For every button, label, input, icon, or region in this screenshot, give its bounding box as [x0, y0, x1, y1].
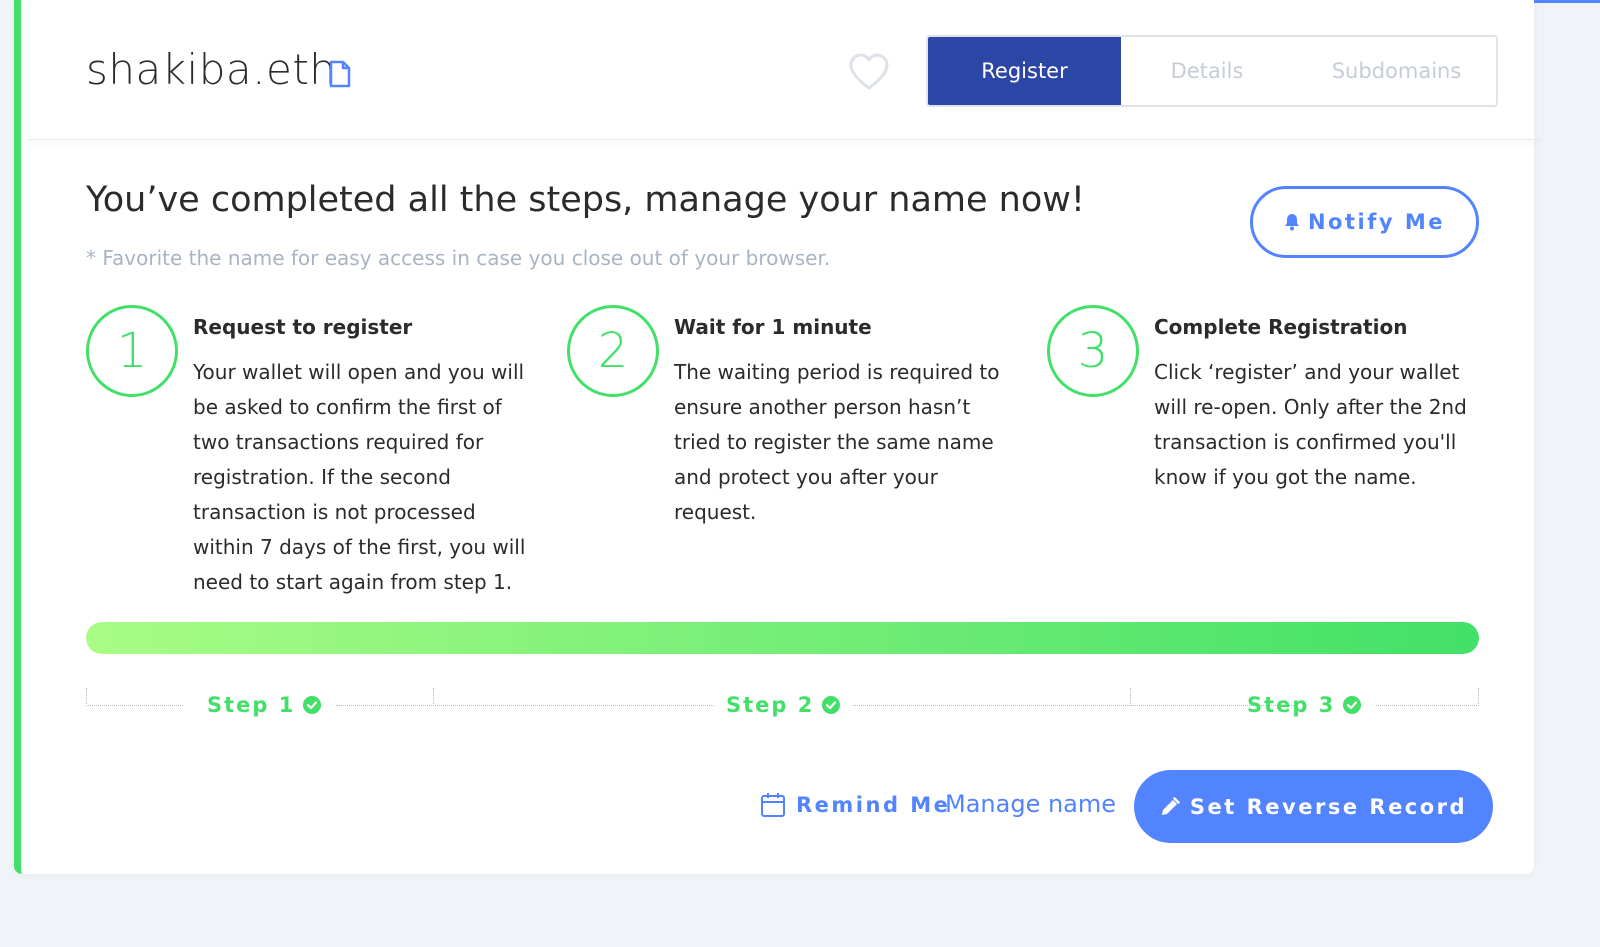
step-1-status: Step 1 — [207, 693, 322, 717]
step-3-description: Click ‘register’ and your wallet will re… — [1154, 360, 1467, 489]
tab-register[interactable]: Register — [928, 37, 1121, 105]
calendar-icon — [761, 793, 785, 817]
progress-bar — [86, 622, 1479, 654]
heart-icon[interactable] — [848, 52, 890, 92]
page-title: You’ve completed all the steps, manage y… — [86, 180, 1085, 220]
pencil-icon — [1161, 796, 1180, 815]
timeline-tick — [1130, 688, 1131, 706]
timeline-tick — [433, 688, 434, 706]
favorite-note: * Favorite the name for easy access in c… — [86, 246, 831, 270]
set-reverse-record-button[interactable]: Set Reverse Record — [1134, 770, 1493, 843]
step-1-title: Request to register — [193, 315, 413, 339]
step-2-description: The waiting period is required to ensure… — [674, 360, 1000, 524]
remind-me-label: Remind Me — [796, 793, 951, 817]
step-3-title: Complete Registration — [1154, 315, 1408, 339]
registration-card: shakiba.eth Register Details Subdomains … — [14, 0, 1541, 874]
step-2-status-label: Step 2 — [726, 693, 815, 717]
tab-subdomains[interactable]: Subdomains — [1293, 37, 1496, 105]
progress-fill — [86, 622, 1479, 654]
card-header: shakiba.eth Register Details Subdomains — [28, 0, 1541, 140]
step-2-circle: 2 — [567, 305, 659, 397]
notify-me-label: Notify Me — [1307, 210, 1445, 234]
manage-name-link[interactable]: Manage name — [945, 790, 1116, 818]
check-circle-icon — [303, 696, 322, 714]
timeline-divider — [1376, 705, 1479, 706]
step-3-status: Step 3 — [1247, 693, 1362, 717]
step-3-status-label: Step 3 — [1247, 693, 1336, 717]
tab-bar: Register Details Subdomains — [926, 35, 1498, 107]
copy-document-icon[interactable] — [328, 60, 352, 88]
step-1-description: Your wallet will open and you will be as… — [193, 360, 526, 594]
domain-name: shakiba.eth — [86, 45, 337, 94]
notify-me-button[interactable]: Notify Me — [1250, 186, 1479, 258]
bell-icon — [1284, 214, 1299, 231]
step-1-status-label: Step 1 — [207, 693, 296, 717]
timeline-tick — [1478, 688, 1479, 706]
timeline-divider — [853, 705, 1298, 706]
timeline-divider — [336, 705, 714, 706]
check-circle-icon — [1343, 696, 1362, 714]
timeline-divider — [86, 705, 183, 706]
step-2-title: Wait for 1 minute — [674, 315, 872, 339]
step-1-circle: 1 — [86, 305, 178, 397]
remind-me-button[interactable]: Remind Me — [760, 792, 950, 818]
step-3-circle: 3 — [1047, 305, 1139, 397]
check-circle-icon — [822, 696, 841, 714]
timeline-tick — [86, 688, 87, 706]
set-reverse-record-label: Set Reverse Record — [1189, 794, 1468, 819]
tab-details[interactable]: Details — [1121, 37, 1293, 105]
step-2-status: Step 2 — [726, 693, 841, 717]
